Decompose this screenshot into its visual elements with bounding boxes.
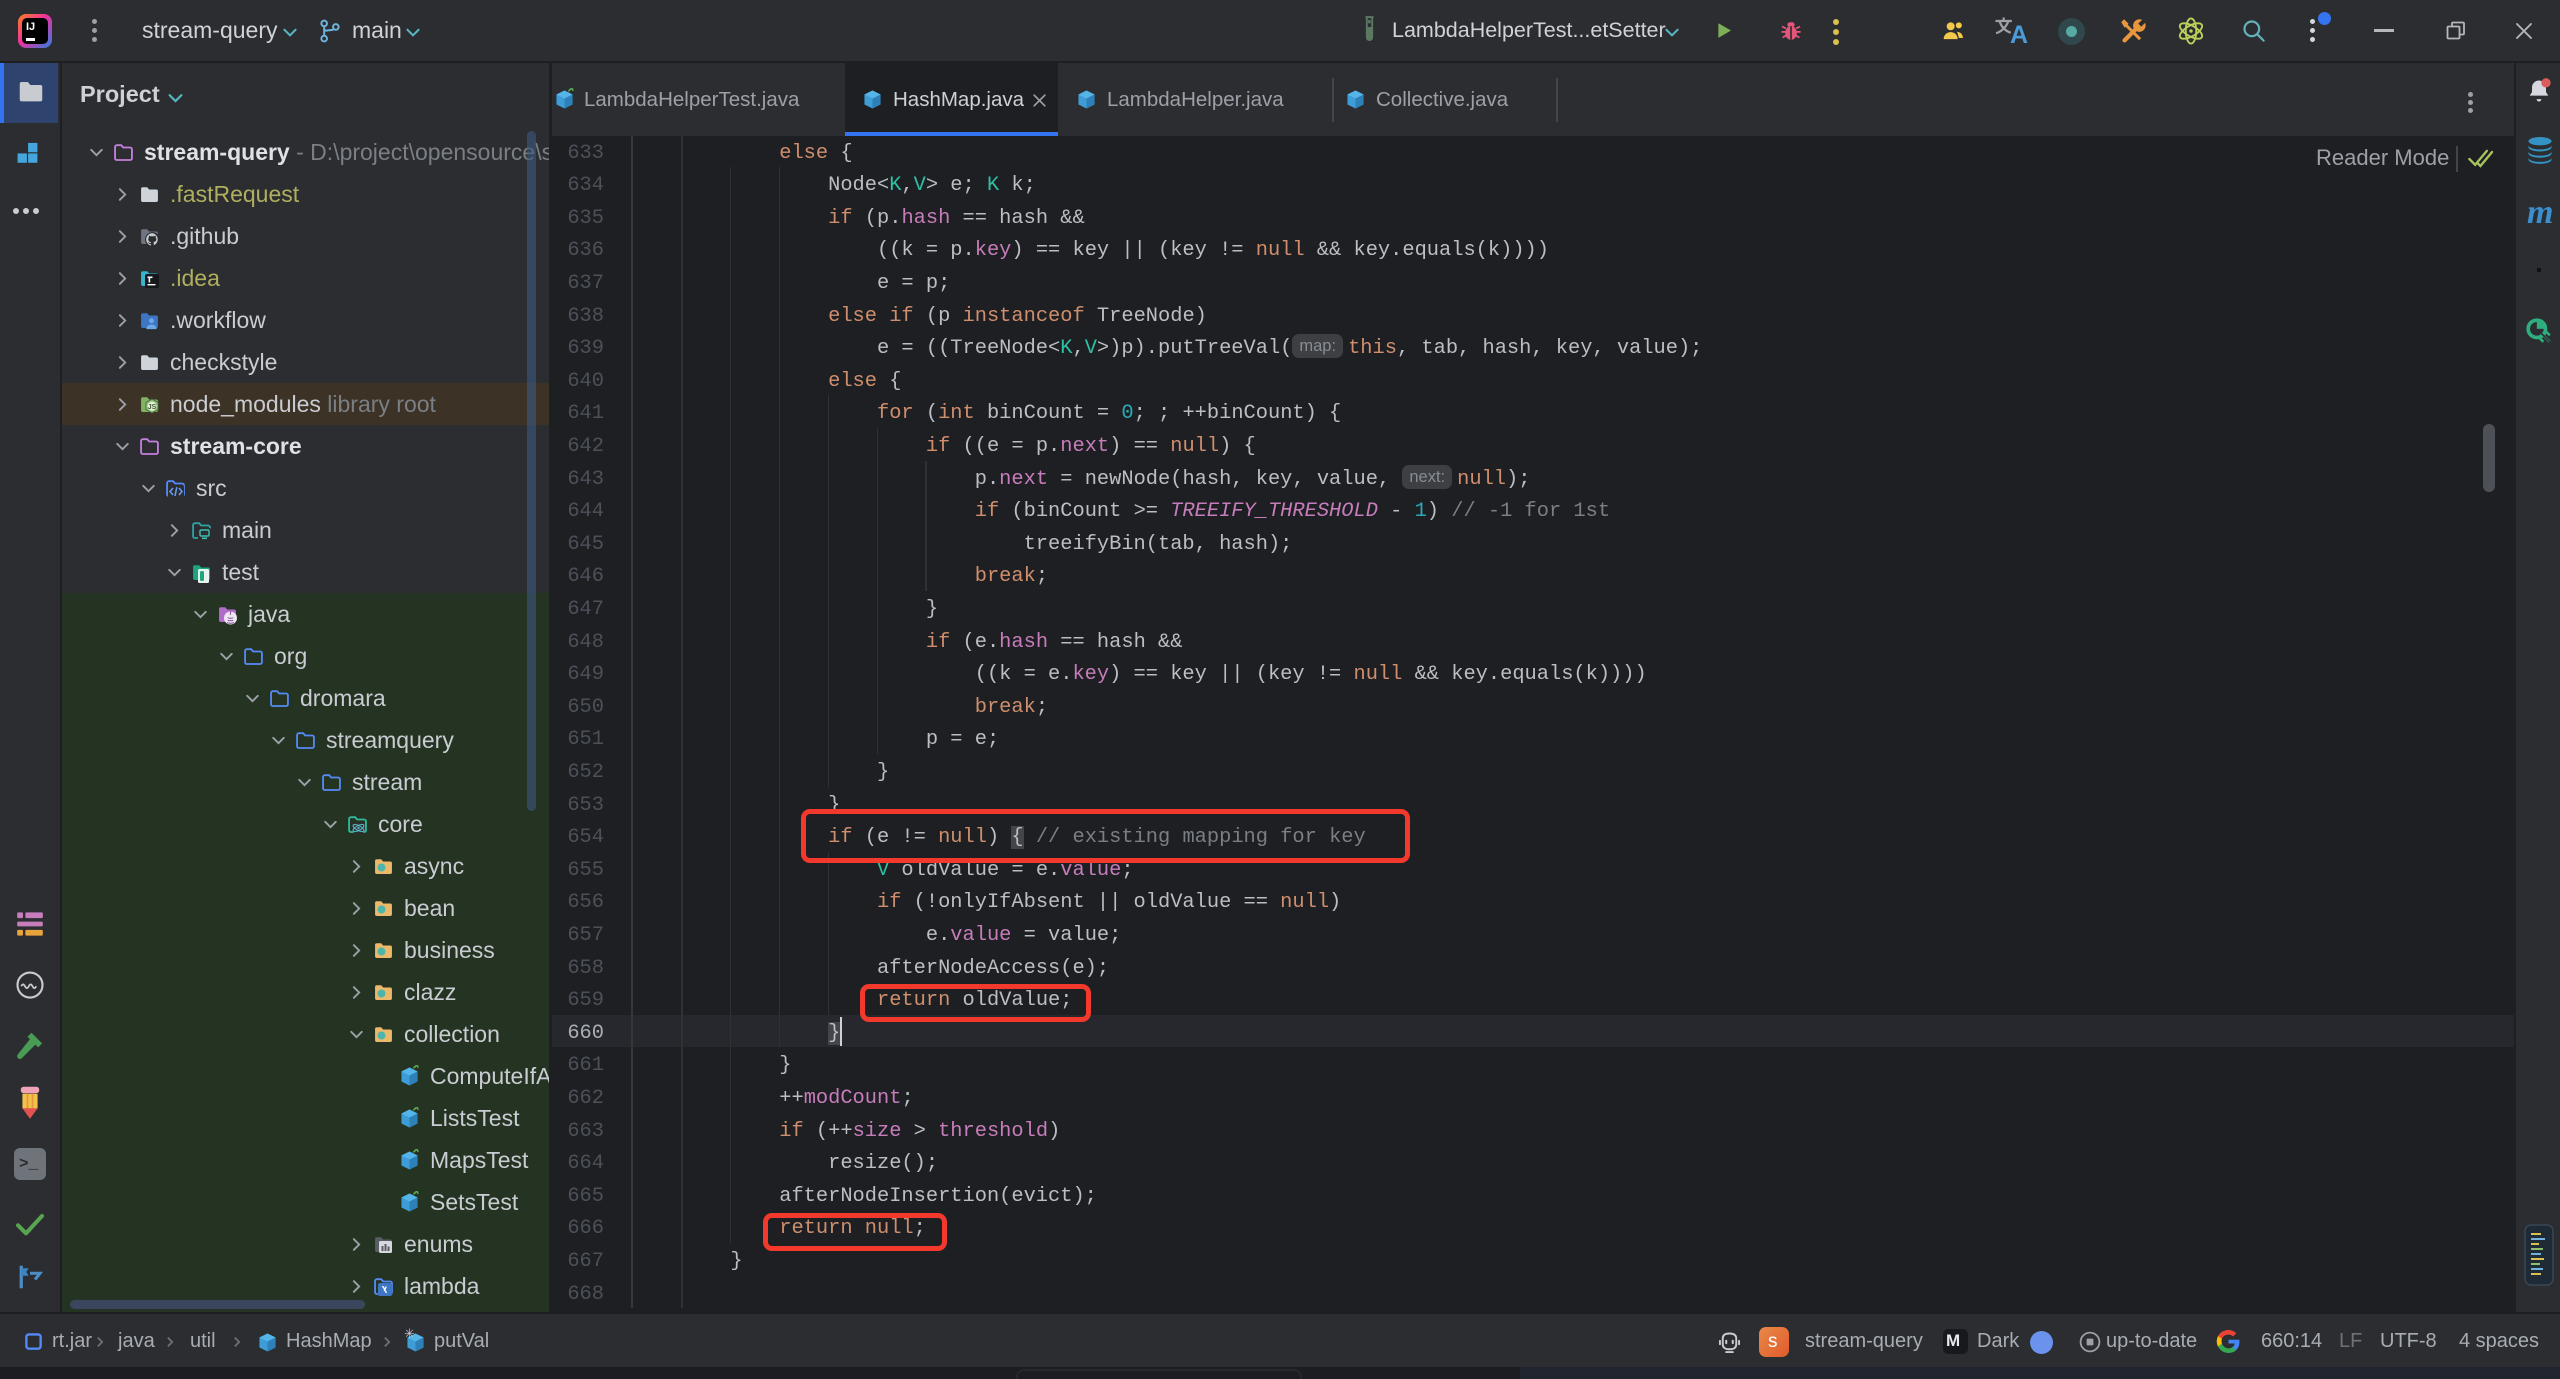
svg-text:JS: JS	[148, 404, 157, 411]
